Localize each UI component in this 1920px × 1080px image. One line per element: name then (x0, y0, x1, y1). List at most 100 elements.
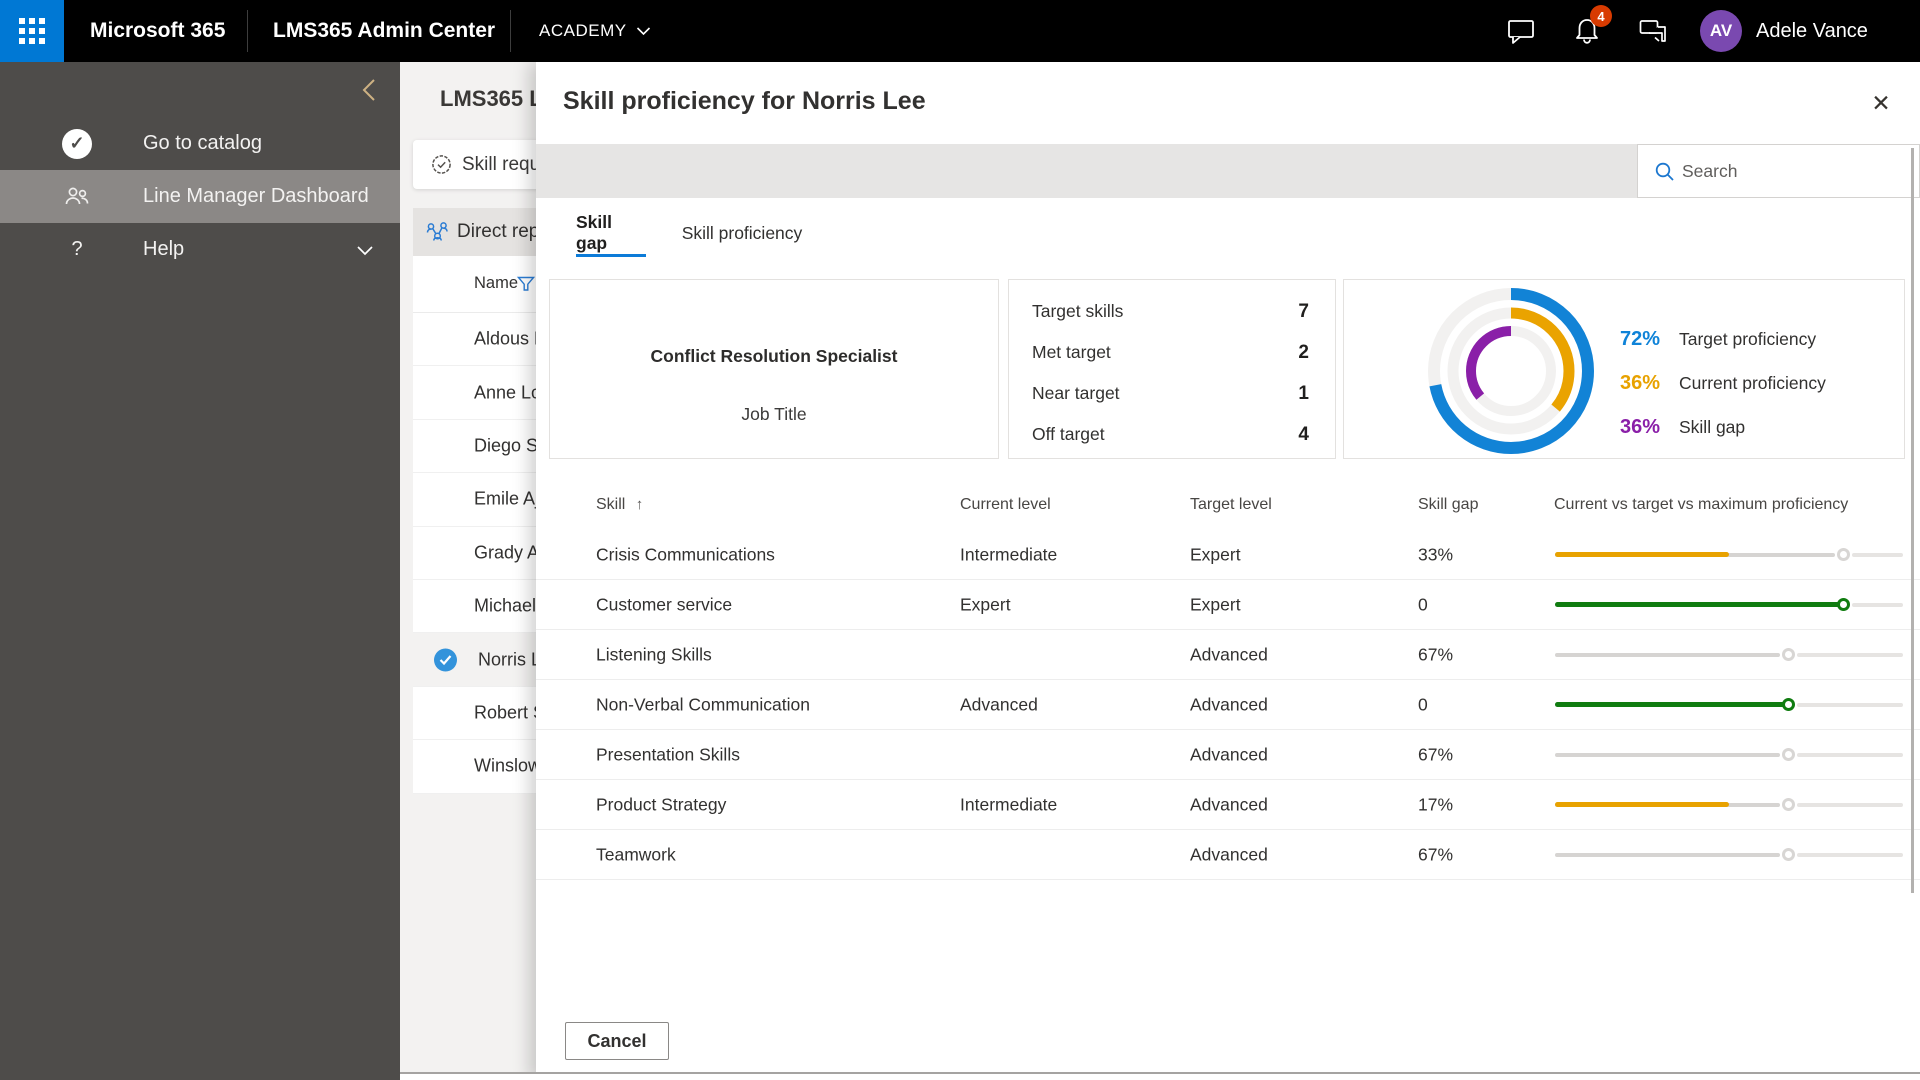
legend-percent: 36% (1620, 371, 1661, 394)
filter-funnel-icon[interactable] (517, 276, 535, 292)
brand-microsoft-365[interactable]: Microsoft 365 (90, 0, 225, 62)
brand-lms365-admin-center[interactable]: LMS365 Admin Center (273, 0, 495, 62)
skill-table-row: Non-Verbal Communication Advanced Advanc… (536, 680, 1920, 730)
cell-target-level: Advanced (1190, 644, 1268, 664)
screen: Microsoft 365 LMS365 Admin Center ACADEM… (0, 0, 1920, 1080)
tab-skill-gap[interactable]: Skill gap (576, 212, 646, 257)
proficiency-slider (1555, 748, 1903, 762)
topbar-divider (247, 10, 248, 52)
cell-skill: Product Strategy (596, 794, 727, 814)
waffle-icon (19, 18, 45, 44)
column-header-current-level[interactable]: Current level (960, 496, 1051, 514)
cell-target-level: Advanced (1190, 844, 1268, 864)
column-header-skill[interactable]: Skill ↑ (596, 496, 643, 514)
cell-skill-gap: 0 (1418, 694, 1428, 714)
account-menu[interactable]: AV Adele Vance (1700, 0, 1868, 62)
slider-track-after (1796, 752, 1903, 757)
tenant-label: ACADEMY (539, 21, 627, 40)
slider-target-knob[interactable] (1781, 648, 1795, 661)
proficiency-slider (1555, 848, 1903, 862)
skill-table-row: Presentation Skills Advanced 67% (536, 730, 1920, 780)
target-stats-card: Target skills 7 Met target 2 Near target… (1008, 279, 1336, 459)
direct-report-name: Diego Si (474, 435, 543, 456)
column-header-target-level[interactable]: Target level (1190, 496, 1272, 514)
tenant-dropdown[interactable]: ACADEMY (539, 0, 651, 62)
question-icon: ? (71, 238, 83, 260)
feedback-icon[interactable] (1638, 16, 1668, 46)
slider-track-after (1796, 652, 1903, 657)
cell-skill: Listening Skills (596, 644, 712, 664)
sidebar-item-go-to-catalog[interactable]: ✓ Go to catalog (0, 117, 400, 170)
cell-skill: Teamwork (596, 844, 676, 864)
sidebar-item-line-manager-dashboard[interactable]: Line Manager Dashboard (0, 170, 400, 223)
stat-label: Near target (1032, 383, 1120, 403)
page-title: LMS365 L (440, 86, 543, 111)
slider-current-fill (1555, 552, 1729, 557)
stat-value: 2 (1298, 342, 1309, 363)
tab-label: Skill proficiency (681, 222, 803, 243)
catalog-check-icon: ✓ (60, 127, 94, 161)
window-bottom-strip (400, 1074, 1920, 1080)
cell-target-level: Advanced (1190, 794, 1268, 814)
notification-badge: 4 (1590, 5, 1612, 27)
slider-target-knob[interactable] (1781, 698, 1795, 711)
proficiency-chart-card: 72% Target proficiency 36% Current profi… (1343, 279, 1905, 459)
cell-skill-gap: 67% (1418, 644, 1454, 664)
cell-target-level: Expert (1190, 544, 1241, 564)
cell-skill: Crisis Communications (596, 544, 775, 564)
stat-label: Met target (1032, 342, 1111, 362)
cell-current-level: Intermediate (960, 544, 1058, 564)
direct-report-name: Grady A (474, 542, 540, 563)
cell-skill-gap: 67% (1418, 744, 1454, 764)
legend-percent: 36% (1620, 415, 1661, 438)
slider-target-knob[interactable] (1837, 598, 1851, 611)
column-header-proficiency-bar: Current vs target vs maximum proficiency (1554, 496, 1849, 513)
suite-top-bar: Microsoft 365 LMS365 Admin Center ACADEM… (0, 0, 1920, 62)
direct-report-name: Norris L (478, 649, 542, 670)
app-launcher-button[interactable] (0, 0, 64, 62)
panel-toolbar (536, 144, 1637, 198)
tab-skill-proficiency[interactable]: Skill proficiency (681, 212, 803, 254)
sidebar-item-help[interactable]: ? Help (0, 223, 400, 276)
proficiency-slider (1555, 798, 1903, 812)
skill-table-row: Customer service Expert Expert 0 (536, 580, 1920, 630)
collapse-nav-icon[interactable] (356, 76, 384, 104)
slider-target-knob[interactable] (1781, 848, 1795, 861)
cell-skill: Non-Verbal Communication (596, 694, 810, 714)
sort-ascending-icon: ↑ (635, 496, 644, 513)
user-name: Adele Vance (1756, 19, 1868, 42)
close-icon[interactable]: ✕ (1864, 86, 1898, 120)
cell-skill-gap: 0 (1418, 594, 1428, 614)
slider-track-after (1796, 852, 1903, 857)
stat-value: 7 (1298, 301, 1309, 322)
cell-current-level: Expert (960, 594, 1011, 614)
search-input[interactable] (1682, 145, 1907, 197)
direct-report-name: Michael (474, 595, 537, 616)
sidebar-item-label: Go to catalog (143, 132, 262, 154)
slider-track-before (1555, 752, 1780, 757)
name-column-header[interactable]: Name (474, 274, 518, 293)
proficiency-slider (1555, 598, 1903, 612)
slider-track-after (1796, 702, 1903, 707)
column-header-skill-gap[interactable]: Skill gap (1418, 496, 1478, 514)
sidebar-item-label: Line Manager Dashboard (143, 185, 369, 207)
job-title-card: Conflict Resolution Specialist Job Title (549, 279, 999, 459)
stat-value: 1 (1298, 383, 1309, 404)
proficiency-donut-chart (1426, 286, 1596, 456)
legend-row: 36% Current proficiency (1620, 371, 1826, 395)
chat-icon[interactable] (1506, 16, 1536, 46)
slider-target-knob[interactable] (1781, 748, 1795, 761)
slider-current-fill (1555, 802, 1729, 807)
slider-target-knob[interactable] (1781, 798, 1795, 811)
cell-skill: Presentation Skills (596, 744, 740, 764)
org-people-icon (425, 220, 450, 245)
search-box (1637, 144, 1920, 198)
slider-track-after (1796, 802, 1903, 807)
stat-row: Met target 2 (1032, 342, 1309, 363)
left-navigation: ✓ Go to catalog Line Manager Dashboard ?… (0, 62, 400, 1080)
cancel-button[interactable]: Cancel (565, 1022, 669, 1060)
vertical-scrollbar[interactable] (1911, 148, 1914, 893)
slider-target-knob[interactable] (1837, 548, 1851, 561)
tab-label: Skill gap (576, 212, 612, 253)
direct-report-name: Emile Aj (474, 488, 540, 509)
